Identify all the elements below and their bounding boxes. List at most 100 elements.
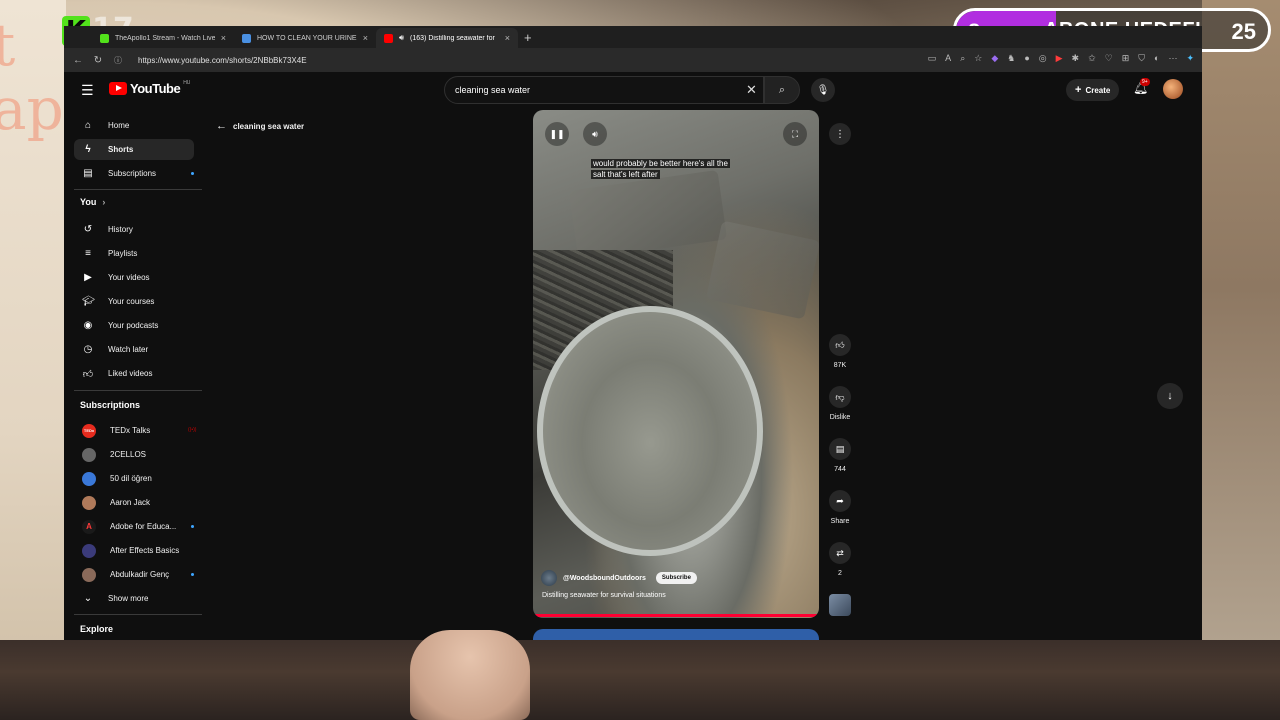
subscription-item[interactable]: 50 dil öğren	[74, 468, 194, 489]
reader-mode-icon[interactable]: ▭	[928, 53, 937, 64]
browser-tab[interactable]: TheApollo1 Stream - Watch Live ×	[92, 28, 234, 48]
youtube-logo[interactable]: YouTube HU	[109, 80, 190, 96]
sidebar-item-playlists[interactable]: ≡ Playlists	[74, 243, 194, 264]
browser-tab-active[interactable]: 🔊︎ (163) Distilling seawater for ×	[376, 28, 518, 48]
channel-avatar: TEDx	[82, 423, 96, 438]
video-caption: would probably be better here's all the …	[591, 158, 761, 180]
subscription-item[interactable]: TEDx TEDx Talks ((•))	[74, 420, 196, 441]
sidebar: ⌂ Home ϟ Shorts ▤ Subscriptions You › ↺ H…	[64, 110, 204, 640]
extension-icon[interactable]: ▶	[1056, 53, 1063, 64]
sidebar-divider	[74, 390, 202, 391]
back-arrow-icon: ←	[216, 120, 227, 132]
search-query: cleaning sea water	[455, 85, 531, 95]
sidebar-item-label: Liked videos	[108, 369, 153, 378]
subscription-item[interactable]: After Effects Basics	[74, 540, 194, 561]
fullscreen-button[interactable]: ⛶	[783, 122, 807, 146]
extension-icon[interactable]: ♞	[1007, 53, 1015, 64]
translate-icon[interactable]: A	[945, 53, 951, 64]
shield-icon[interactable]: ⛉	[1138, 53, 1145, 64]
reload-icon[interactable]: ↻	[92, 55, 104, 66]
sidebar-item-shorts[interactable]: ϟ Shorts	[74, 139, 194, 160]
clear-search-icon[interactable]: ✕	[746, 82, 757, 98]
sidebar-item-watch-later[interactable]: ◷ Watch later	[74, 339, 194, 360]
sidebar-item-home[interactable]: ⌂ Home	[74, 115, 194, 136]
channel-avatar[interactable]	[541, 570, 557, 586]
video-progress-bar[interactable]	[533, 614, 819, 617]
more-options-button[interactable]: ⋮	[829, 123, 851, 145]
comments-button[interactable]: ▤ 744	[827, 438, 853, 473]
sidebar-divider	[74, 614, 202, 615]
profile-icon[interactable]: ◐	[1154, 53, 1159, 64]
like-button[interactable]: 👍︎ 87K	[827, 334, 853, 369]
sidebar-item-label: Shorts	[108, 145, 134, 154]
subscriptions-heading: Subscriptions	[80, 400, 141, 410]
extension-icon[interactable]: ●	[1024, 53, 1029, 64]
subscription-label: 2CELLOS	[110, 450, 147, 459]
sound-thumbnail[interactable]	[829, 594, 851, 616]
sidebar-item-label: Your courses	[108, 297, 155, 306]
tab-close-icon[interactable]: ×	[221, 33, 226, 43]
site-info-icon[interactable]: ⓘ	[112, 55, 124, 66]
short-title[interactable]: Distilling seawater for survival situati…	[542, 592, 666, 599]
back-arrow-icon[interactable]: ←	[72, 55, 84, 66]
next-short-preview[interactable]	[533, 629, 819, 640]
favorite-star-icon[interactable]: ☆	[974, 53, 982, 64]
subscription-item[interactable]: Aaron Jack	[74, 492, 194, 513]
subscription-label: Aaron Jack	[110, 498, 151, 507]
extension-icon[interactable]: ⊞	[1122, 53, 1130, 64]
sidebar-item-your-courses[interactable]: 🎓︎ Your courses	[74, 291, 194, 312]
search-button[interactable]: ⌕	[764, 76, 800, 104]
extension-icon[interactable]: ◎	[1039, 53, 1047, 64]
subscription-item[interactable]: Abdulkadir Genç	[74, 564, 194, 585]
sidebar-item-label: Playlists	[108, 249, 138, 258]
copilot-icon[interactable]: ✦	[1186, 53, 1194, 64]
url-field[interactable]: https://www.youtube.com/shorts/2NBbBk73X…	[138, 56, 307, 65]
sidebar-item-label: Subscriptions	[108, 169, 157, 178]
pause-button[interactable]: ❚❚	[545, 122, 569, 146]
volume-icon: 🔊︎	[592, 128, 598, 139]
zoom-icon[interactable]: ⌕	[960, 53, 965, 64]
remix-button[interactable]: ⇄ 2	[827, 542, 853, 577]
subscribe-button[interactable]: Subscribe	[655, 572, 697, 584]
sidebar-item-liked-videos[interactable]: 👍︎ Liked videos	[74, 363, 194, 384]
extension-icon[interactable]: ◆	[991, 53, 998, 64]
tab-close-icon[interactable]: ×	[505, 33, 510, 43]
back-to-search[interactable]: ← cleaning sea water	[216, 120, 304, 132]
sidebar-item-subscriptions[interactable]: ▤ Subscriptions	[74, 163, 194, 184]
logo-text: YouTube	[130, 81, 181, 96]
volume-button[interactable]: 🔊︎	[583, 122, 607, 146]
voice-search-button[interactable]: 🎙︎	[811, 78, 835, 102]
back-query-label: cleaning sea water	[233, 121, 305, 131]
sidebar-item-history[interactable]: ↺ History	[74, 219, 194, 240]
more-menu-icon[interactable]: ···	[1168, 53, 1177, 64]
channel-row: @WoodsboundOutdoors Subscribe	[541, 570, 697, 586]
show-more-button[interactable]: ⌄ Show more	[74, 588, 194, 609]
sidebar-item-your-podcasts[interactable]: ◉ Your podcasts	[74, 315, 194, 336]
you-section-heading[interactable]: You ›	[80, 197, 105, 207]
dislike-button[interactable]: 👎︎ Dislike	[827, 386, 853, 421]
address-bar-icons: ▭ A ⌕ ☆ ◆ ♞ ● ◎ ▶ ✱ ✩ ♡ ⊞ ⛉ ◐ ··· ✦	[928, 53, 1194, 64]
favorites-icon[interactable]: ✩	[1088, 53, 1096, 64]
tab-close-icon[interactable]: ×	[363, 33, 368, 43]
share-button[interactable]: ➦ Share	[827, 490, 853, 525]
browser-tab[interactable]: HOW TO CLEAN YOUR URINE to ×	[234, 28, 376, 48]
tab-audio-icon[interactable]: 🔊︎	[399, 33, 404, 43]
search-input[interactable]: cleaning sea water	[444, 76, 764, 104]
sidebar-item-your-videos[interactable]: ▶ Your videos	[74, 267, 194, 288]
courses-icon: 🎓︎	[82, 296, 95, 307]
remix-count: 2	[838, 570, 842, 577]
channel-handle[interactable]: @WoodsboundOutdoors	[563, 575, 646, 582]
extensions-icon[interactable]: ✱	[1072, 53, 1080, 64]
new-tab-button[interactable]: +	[524, 28, 532, 48]
wall-graffiti: t ap	[0, 11, 64, 143]
caption-line: would probably be better here's all the	[591, 159, 730, 168]
next-short-button[interactable]: ↓	[1157, 383, 1183, 409]
short-video-player[interactable]: ❚❚ 🔊︎ ⛶ would probably be better here's …	[533, 110, 819, 618]
menu-icon[interactable]: ☰	[81, 82, 94, 99]
create-button[interactable]: + Create	[1066, 79, 1120, 101]
account-avatar[interactable]	[1163, 79, 1183, 99]
extension-icon[interactable]: ♡	[1105, 53, 1113, 64]
subscription-item[interactable]: A Adobe for Educa...	[74, 516, 194, 537]
subscription-item[interactable]: 2CELLOS	[74, 444, 194, 465]
caption-line: salt that's left after	[591, 170, 660, 179]
